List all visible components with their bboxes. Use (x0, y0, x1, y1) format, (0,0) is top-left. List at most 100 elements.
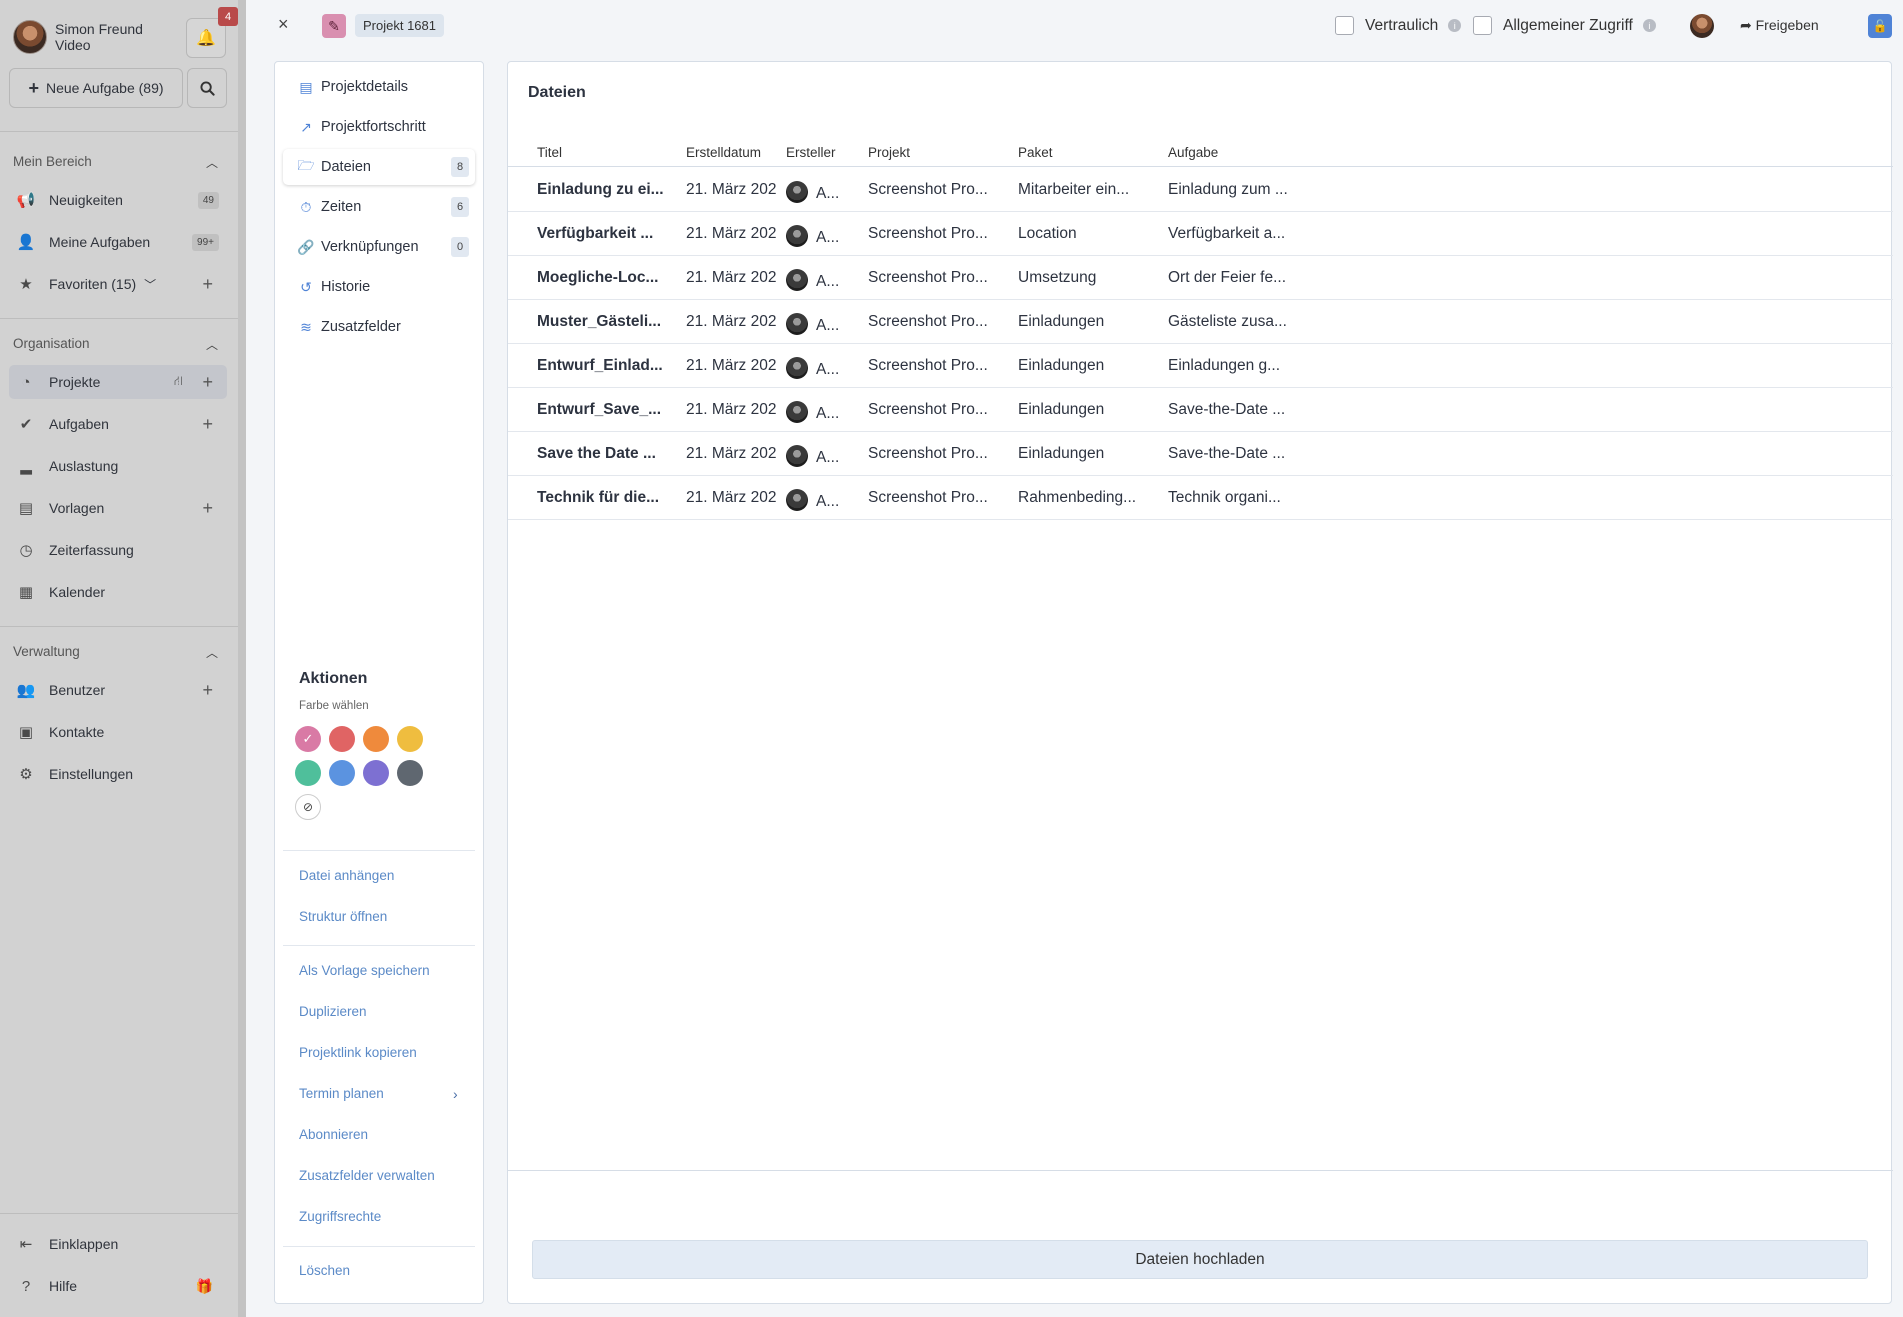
sidebar-item-einklappen[interactable]: ⇤ Einklappen (9, 1227, 227, 1261)
tab-projektfortschritt[interactable]: ↗ Projektfortschritt (283, 109, 475, 145)
help-circle-icon: ? (21, 1277, 31, 1295)
tab-projektdetails[interactable]: ▤ Projektdetails (283, 69, 475, 105)
tab-verknuepfungen[interactable]: 🔗 Verknüpfungen 0 (283, 229, 475, 265)
divider (0, 131, 238, 132)
column-header-projekt[interactable]: Projekt (868, 145, 910, 160)
section-verwaltung[interactable]: Verwaltung ︿ (13, 644, 218, 660)
new-task-button[interactable]: + Neue Aufgabe (89) (9, 68, 183, 108)
table-row[interactable]: Moegliche-Loc... 21. März 202 A... Screensh… (508, 256, 1893, 300)
cell-titel: Muster_Gästeli... (537, 313, 662, 330)
cell-paket: Einladungen (1018, 445, 1105, 462)
vertraulich-toggle[interactable]: Vertraulich i (1335, 16, 1462, 35)
color-swatch-orange[interactable] (363, 726, 389, 752)
sidebar-item-aufgaben[interactable]: ✔ Aufgaben + (9, 407, 227, 441)
sidebar-item-hilfe[interactable]: ? Hilfe 🎁 (9, 1269, 227, 1303)
cell-erstelldatum: 21. März 202 (686, 313, 776, 330)
table-row[interactable]: Entwurf_Save_... 21. März 202 A... Screensh… (508, 388, 1893, 432)
gift-icon[interactable]: 🎁 (196, 1278, 213, 1295)
info-icon[interactable]: i (1642, 19, 1656, 32)
creator-avatar (786, 313, 808, 335)
add-task-icon[interactable]: + (202, 414, 213, 435)
info-icon[interactable]: i (1448, 19, 1462, 32)
color-swatch-pink[interactable]: ✓ (295, 726, 321, 752)
color-swatch-purple[interactable] (363, 760, 389, 786)
open-structure-link[interactable]: Struktur öffnen (299, 909, 387, 924)
sidebar-item-kontakte[interactable]: ▣ Kontakte (9, 715, 227, 749)
search-button[interactable] (187, 68, 227, 108)
column-header-ersteller[interactable]: Ersteller (786, 145, 836, 160)
sidebar-item-kalender[interactable]: ▦ Kalender (9, 575, 227, 609)
table-row[interactable]: Muster_Gästeli... 21. März 202 A... Screens… (508, 300, 1893, 344)
cell-titel: Einladung zu ei... (537, 181, 664, 198)
color-swatch-gray[interactable] (397, 760, 423, 786)
owner-avatar[interactable] (1690, 14, 1714, 38)
sidebar-item-meine-aufgaben[interactable]: 👤 Meine Aufgaben 99+ (9, 225, 227, 259)
color-swatch-green[interactable] (295, 760, 321, 786)
folder-open-icon: 🗁 (297, 157, 315, 173)
add-template-icon[interactable]: + (202, 498, 213, 519)
unlock-button[interactable]: 🔓 (1868, 14, 1892, 38)
sidebar-item-projekte[interactable]: ◔ Projekte ⛙ + (9, 365, 227, 399)
sidebar-item-neuigkeiten[interactable]: 📢 Neuigkeiten 49 (9, 183, 227, 217)
access-rights-link[interactable]: Zugriffsrechte (299, 1209, 381, 1224)
add-project-icon[interactable]: + (202, 372, 213, 393)
copy-project-link[interactable]: Projektlink kopieren (299, 1045, 417, 1060)
column-header-paket[interactable]: Paket (1018, 145, 1053, 160)
users-icon: 👥 (16, 682, 36, 699)
upload-files-button[interactable]: Dateien hochladen (532, 1240, 1868, 1279)
sidebar-item-favoriten[interactable]: ★ Favoriten (15) ﹀ + (9, 267, 227, 301)
hierarchy-icon[interactable]: ⛙ (174, 373, 183, 391)
tab-zeiten[interactable]: ⏱ Zeiten 6 (283, 189, 475, 225)
table-row[interactable]: Entwurf_Einlad... 21. März 202 A... Screens… (508, 344, 1893, 388)
color-swatch-yellow[interactable] (397, 726, 423, 752)
user-icon: 👤 (16, 234, 36, 251)
schedule-appointment-link[interactable]: Termin planen › (299, 1086, 469, 1102)
table-row[interactable]: Verfügbarkeit ... 21. März 202 A... Screens… (508, 212, 1893, 256)
add-user-icon[interactable]: + (202, 680, 213, 701)
column-header-titel[interactable]: Titel (537, 145, 562, 160)
cell-projekt: Screenshot Pro... (868, 313, 988, 330)
area-chart-icon: ▂ (20, 458, 32, 475)
subscribe-link[interactable]: Abonnieren (299, 1127, 368, 1142)
user-profile[interactable]: Simon Freund Video (13, 20, 143, 54)
table-row[interactable]: Technik für die... 21. März 202 A... Screen… (508, 476, 1893, 520)
sidebar-item-vorlagen[interactable]: ▤ Vorlagen + (9, 491, 227, 525)
allgemeiner-zugriff-toggle[interactable]: Allgemeiner Zugriff i (1473, 16, 1656, 35)
duplicate-link[interactable]: Duplizieren (299, 1004, 367, 1019)
tab-dateien[interactable]: 🗁 Dateien 8 (283, 149, 475, 185)
sidebar-item-auslastung[interactable]: ▂ Auslastung (9, 449, 227, 483)
share-button[interactable]: ➦ Freigeben (1740, 17, 1819, 34)
cell-erstelldatum: 21. März 202 (686, 489, 776, 506)
section-mein-bereich[interactable]: Mein Bereich ︿ (13, 154, 218, 170)
add-favorite-icon[interactable]: + (202, 274, 213, 295)
color-swatch-red[interactable] (329, 726, 355, 752)
cell-erstelldatum: 21. März 202 (686, 401, 776, 418)
calendar-icon: ▦ (18, 584, 34, 601)
vertraulich-checkbox[interactable] (1335, 16, 1354, 35)
cell-projekt: Screenshot Pro... (868, 225, 988, 242)
manage-custom-fields-link[interactable]: Zusatzfelder verwalten (299, 1168, 435, 1183)
cell-aufgabe: Einladungen g... (1168, 357, 1281, 374)
color-swatch-blue[interactable] (329, 760, 355, 786)
color-swatch-none[interactable]: ⊘ (295, 794, 321, 820)
table-row[interactable]: Save the Date ... 21. März 202 A... Screens… (508, 432, 1893, 476)
attach-file-link[interactable]: Datei anhängen (299, 868, 394, 883)
table-row[interactable]: Einladung zu ei... 21. März 202 A... Screen… (508, 168, 1893, 212)
sidebar-item-zeiterfassung[interactable]: ◷ Zeiterfassung (9, 533, 227, 567)
column-header-erstelldatum[interactable]: Erstelldatum (686, 145, 761, 160)
edit-color-button[interactable]: ✎ (322, 14, 346, 38)
project-id-chip[interactable]: Projekt 1681 (355, 14, 444, 37)
save-as-template-link[interactable]: Als Vorlage speichern (299, 963, 430, 978)
divider (0, 626, 238, 627)
column-header-aufgabe[interactable]: Aufgabe (1168, 145, 1218, 160)
cell-titel: Verfügbarkeit ... (537, 225, 654, 242)
sidebar-item-einstellungen[interactable]: ⚙ Einstellungen (9, 757, 227, 791)
allgemeiner-zugriff-checkbox[interactable] (1473, 16, 1492, 35)
tab-zusatzfelder[interactable]: ≋ Zusatzfelder (283, 309, 475, 345)
sidebar-item-benutzer[interactable]: 👥 Benutzer + (9, 673, 227, 707)
delete-link[interactable]: Löschen (299, 1263, 350, 1278)
chevron-down-icon[interactable]: ﹀ (144, 276, 156, 293)
section-organisation[interactable]: Organisation ︿ (13, 336, 218, 352)
tab-historie[interactable]: ↺ Historie (283, 269, 475, 305)
close-button[interactable]: × (278, 14, 289, 35)
